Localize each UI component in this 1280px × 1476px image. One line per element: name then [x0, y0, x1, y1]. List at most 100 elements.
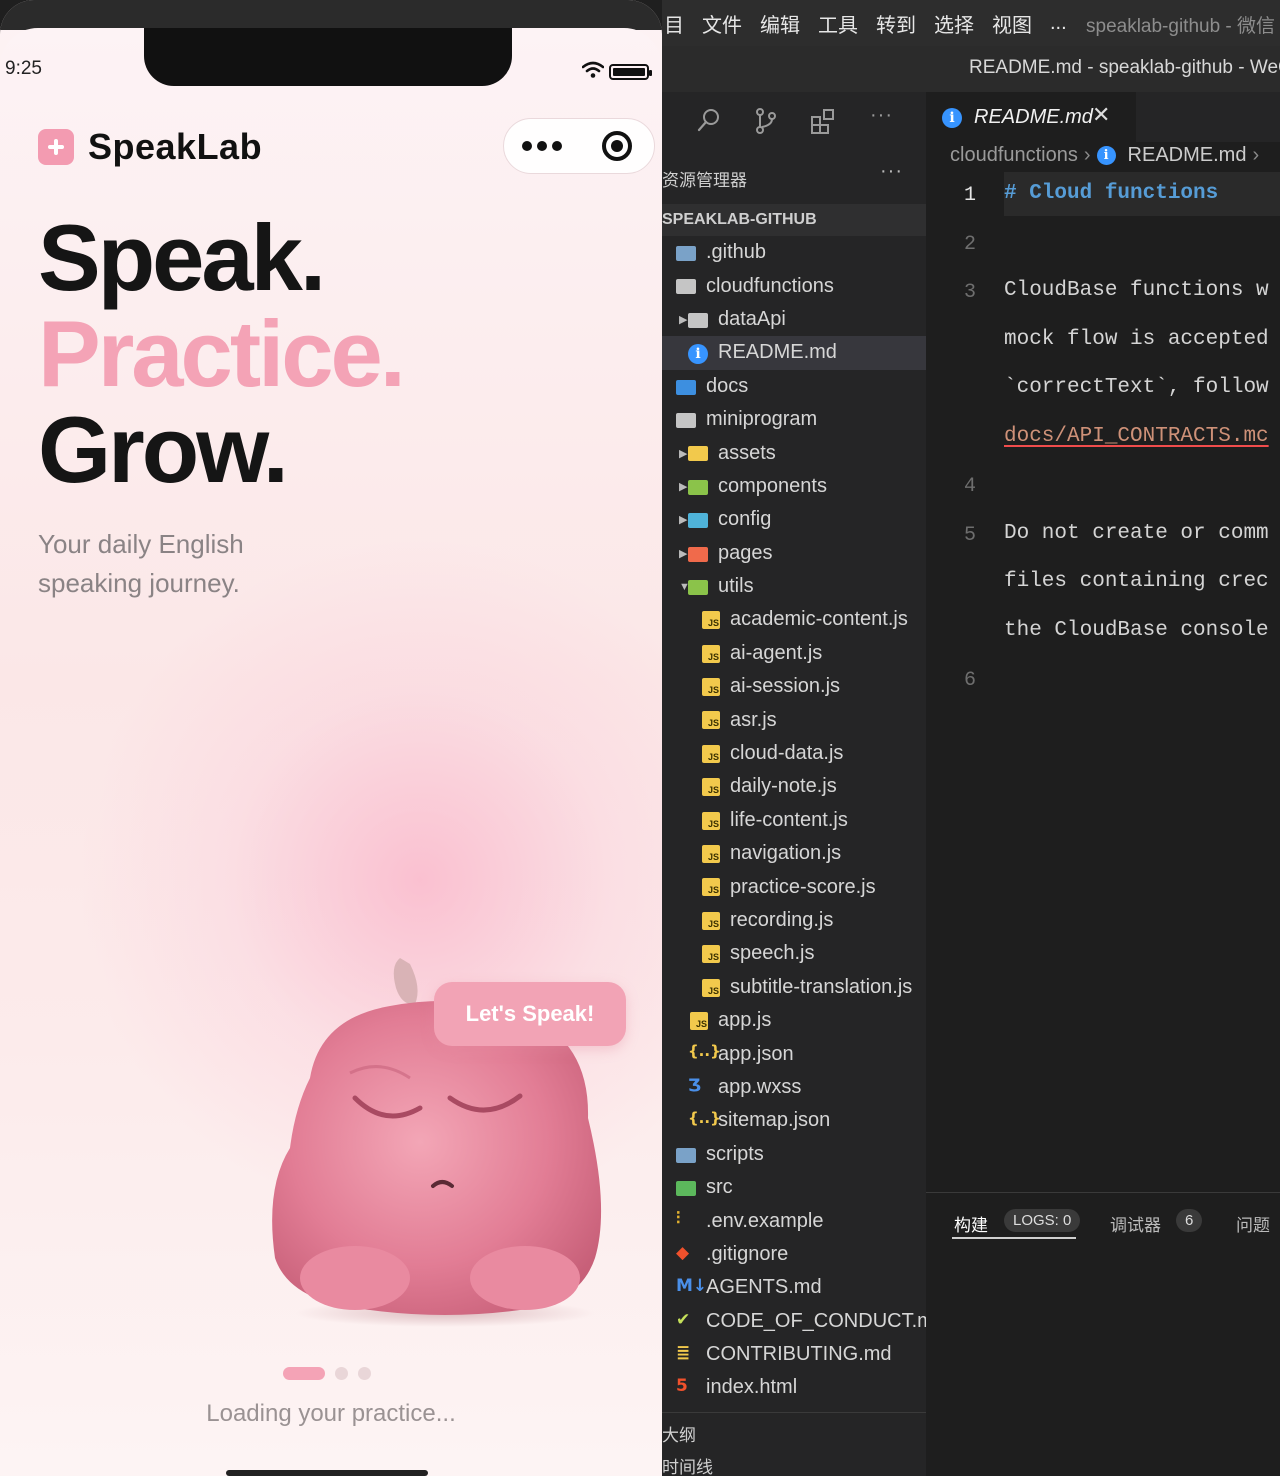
menu-item-view[interactable]: 视图	[992, 9, 1032, 38]
folder-item[interactable]: ▶ assets	[662, 436, 926, 469]
editor: i README.md ✕ cloudfunctions › i README.…	[926, 92, 1280, 1192]
menu-item-tools[interactable]: 工具	[818, 9, 858, 38]
more-dots-icon[interactable]	[504, 141, 579, 151]
file-item[interactable]: {..} sitemap.json	[662, 1104, 926, 1137]
chevron-right-icon[interactable]: ▶	[679, 513, 687, 526]
hero-line-practice: Practice.	[38, 301, 406, 406]
file-item[interactable]: JS ai-session.js	[662, 670, 926, 703]
hero-line-speak: Speak.	[38, 205, 326, 310]
folder-item[interactable]: ▶ config	[662, 503, 926, 536]
file-item[interactable]: {..} app.json	[662, 1037, 926, 1070]
file-name: life-content.js	[730, 808, 848, 831]
breadcrumb-item-cloudfunctions[interactable]: cloudfunctions	[950, 144, 1078, 167]
simulator-top-strip	[0, 0, 662, 30]
line-number: 5	[963, 523, 976, 547]
chevron-right-icon[interactable]: ▶	[679, 313, 687, 326]
extensions-icon[interactable]	[810, 107, 838, 135]
carousel-dot	[335, 1367, 348, 1380]
file-name: .github	[706, 241, 767, 264]
file-item[interactable]: JS practice-score.js	[662, 870, 926, 903]
file-item[interactable]: M↓ AGENTS.md	[662, 1271, 926, 1304]
menu-item-more[interactable]: ...	[1050, 12, 1067, 35]
source-control-icon[interactable]	[754, 107, 778, 135]
menu-item-goto[interactable]: 转到	[876, 9, 916, 38]
hero-line-grow: Grow.	[38, 397, 289, 502]
file-item[interactable]: JS subtitle-translation.js	[662, 971, 926, 1004]
js-file-icon: JS	[688, 1011, 710, 1030]
file-item[interactable]: JS speech.js	[662, 937, 926, 970]
close-target-icon[interactable]	[579, 131, 654, 161]
file-name: ai-session.js	[730, 675, 841, 698]
timeline-section[interactable]: 时间线	[662, 1453, 713, 1476]
file-item[interactable]: 5 index.html	[662, 1371, 926, 1404]
folder-icon	[676, 378, 698, 396]
code-line: mock flow is accepted	[1004, 327, 1269, 351]
file-item[interactable]: JS daily-note.js	[662, 770, 926, 803]
file-name: scripts	[706, 1142, 764, 1165]
folder-item[interactable]: ▶ pages	[662, 537, 926, 570]
file-item[interactable]: JS recording.js	[662, 904, 926, 937]
chevron-right-icon[interactable]: ▶	[679, 547, 687, 560]
chevron-right-icon[interactable]: ▶	[679, 480, 687, 493]
tab-build[interactable]: 构建	[954, 1211, 988, 1236]
menu-item-edit[interactable]: 编辑	[760, 9, 800, 38]
folder-item[interactable]: ▶ dataApi	[662, 303, 926, 336]
js-file-icon: JS	[700, 778, 722, 797]
folder-icon	[688, 444, 710, 462]
file-item[interactable]: JS ai-agent.js	[662, 637, 926, 670]
search-icon[interactable]	[696, 107, 722, 133]
file-item[interactable]: i README.md	[662, 336, 926, 370]
file-item[interactable]: JS academic-content.js	[662, 603, 926, 636]
file-item[interactable]: JS life-content.js	[662, 804, 926, 837]
menu-item-select[interactable]: 选择	[934, 9, 974, 38]
menu-item-file[interactable]: 文件	[702, 9, 742, 38]
file-item[interactable]: JS cloud-data.js	[662, 737, 926, 770]
outline-section[interactable]: 大纲	[662, 1421, 696, 1446]
folder-item[interactable]: docs	[662, 370, 926, 403]
folder-item[interactable]: ▶ components	[662, 470, 926, 503]
home-indicator	[226, 1470, 428, 1476]
close-icon[interactable]: ✕	[1092, 102, 1110, 128]
file-item[interactable]: ◆ .gitignore	[662, 1238, 926, 1271]
folder-item[interactable]: .github	[662, 236, 926, 269]
tab-readme[interactable]: i README.md ✕	[926, 92, 1136, 142]
window-title: speaklab-github - 微信	[1086, 16, 1276, 37]
file-name: cloudfunctions	[706, 274, 834, 297]
folder-icon	[676, 244, 698, 262]
info-icon: i	[1096, 146, 1116, 165]
workspace-root[interactable]: SPEAKLAB-GITHUB	[662, 204, 926, 236]
html5-icon: 5	[676, 1376, 688, 1397]
folder-item[interactable]: cloudfunctions	[662, 269, 926, 302]
breadcrumb-item-readme[interactable]: README.md	[1128, 144, 1247, 167]
folder-item[interactable]: miniprogram	[662, 403, 926, 436]
file-item[interactable]: Ʒapp.wxss	[662, 1071, 926, 1104]
file-item[interactable]: JS navigation.js	[662, 837, 926, 870]
tab-problems[interactable]: 问题	[1236, 1211, 1270, 1236]
folder-item[interactable]: scripts	[662, 1138, 926, 1171]
loading-text: Loading your practice...	[206, 1400, 456, 1427]
code-link[interactable]: docs/API_CONTRACTS.mc	[1004, 425, 1269, 448]
more-icon[interactable]: ···	[870, 104, 893, 127]
file-name: assets	[718, 441, 776, 464]
debugger-count-badge: 6	[1176, 1209, 1203, 1232]
git-icon: ◆	[676, 1242, 690, 1263]
file-name: subtitle-translation.js	[730, 975, 913, 998]
file-item[interactable]: JS asr.js	[662, 703, 926, 736]
folder-item[interactable]: ▼ utils	[662, 570, 926, 603]
js-file-icon: JS	[700, 978, 722, 997]
menu-item[interactable]: 目	[664, 9, 684, 38]
file-item[interactable]: JS app.js	[662, 1004, 926, 1037]
miniprogram-capsule	[503, 118, 655, 174]
info-icon: i	[942, 108, 962, 128]
file-item[interactable]: ✔ CODE_OF_CONDUCT.md	[662, 1305, 945, 1338]
file-item[interactable]: ⫶ .env.example	[662, 1204, 926, 1237]
ide-window: 目 文件 编辑 工具 转到 选择 视图 ... speaklab-github …	[662, 0, 1280, 1476]
lets-speak-bubble[interactable]: Let's Speak!	[434, 982, 626, 1046]
chevron-right-icon[interactable]: ▶	[679, 447, 687, 460]
chevron-right-icon: ›	[1083, 144, 1091, 166]
tab-debugger[interactable]: 调试器	[1110, 1211, 1161, 1236]
explorer-more-icon[interactable]: ···	[880, 160, 903, 183]
folder-item[interactable]: src	[662, 1171, 926, 1204]
file-item[interactable]: ≣ CONTRIBUTING.md	[662, 1338, 926, 1371]
battery-icon	[609, 64, 652, 80]
